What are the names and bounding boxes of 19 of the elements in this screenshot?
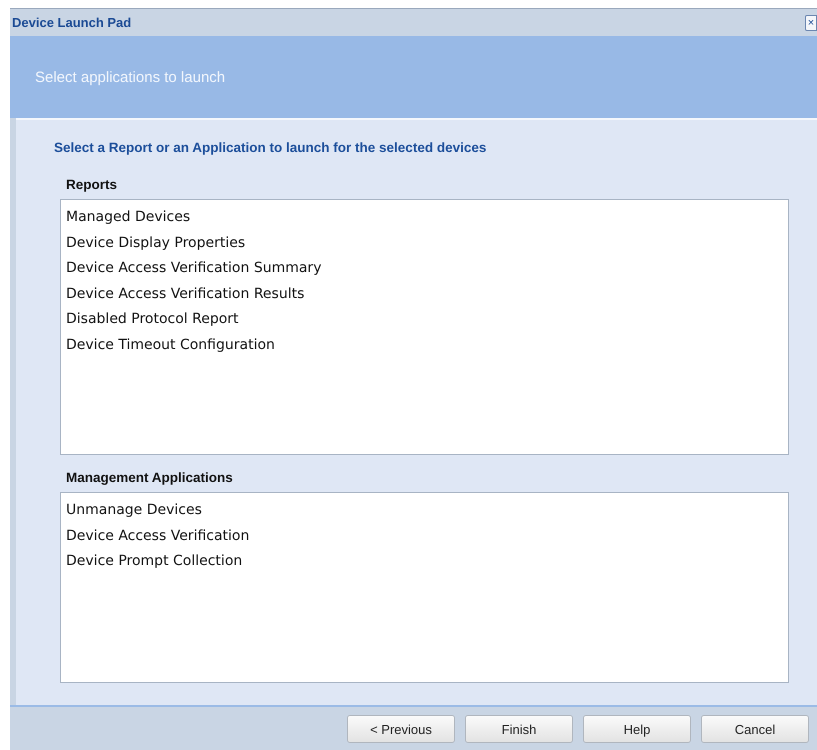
list-item[interactable]: Device Timeout Configuration (66, 332, 783, 359)
list-item[interactable]: Disabled Protocol Report (66, 307, 783, 333)
instruction-text: Select a Report or an Application to launch for the selected devices (54, 140, 488, 155)
list-item[interactable]: Unmanage Devices (66, 498, 783, 524)
list-item[interactable]: Device Access Verification (66, 524, 783, 550)
section-label: Management Applications (66, 470, 234, 485)
list-item[interactable]: Managed Devices (66, 205, 783, 231)
footer-button[interactable]: Finish (465, 715, 573, 743)
list-item[interactable]: Device Display Properties (66, 230, 783, 256)
list-item[interactable]: Device Access Verification Summary (66, 256, 783, 282)
close-button[interactable]: × (805, 14, 817, 30)
window-title: Device Launch Pad (11, 15, 132, 30)
section-label: Reports (66, 177, 118, 192)
list-item[interactable]: Device Access Verification Results (66, 282, 783, 308)
footer-button[interactable]: Cancel (701, 715, 809, 743)
list-item[interactable]: Device Prompt Collection (66, 549, 783, 575)
header-title: Select applications to launch (35, 68, 226, 86)
footer-button[interactable]: < Previous (347, 715, 455, 743)
footer-button[interactable]: Help (583, 715, 691, 743)
